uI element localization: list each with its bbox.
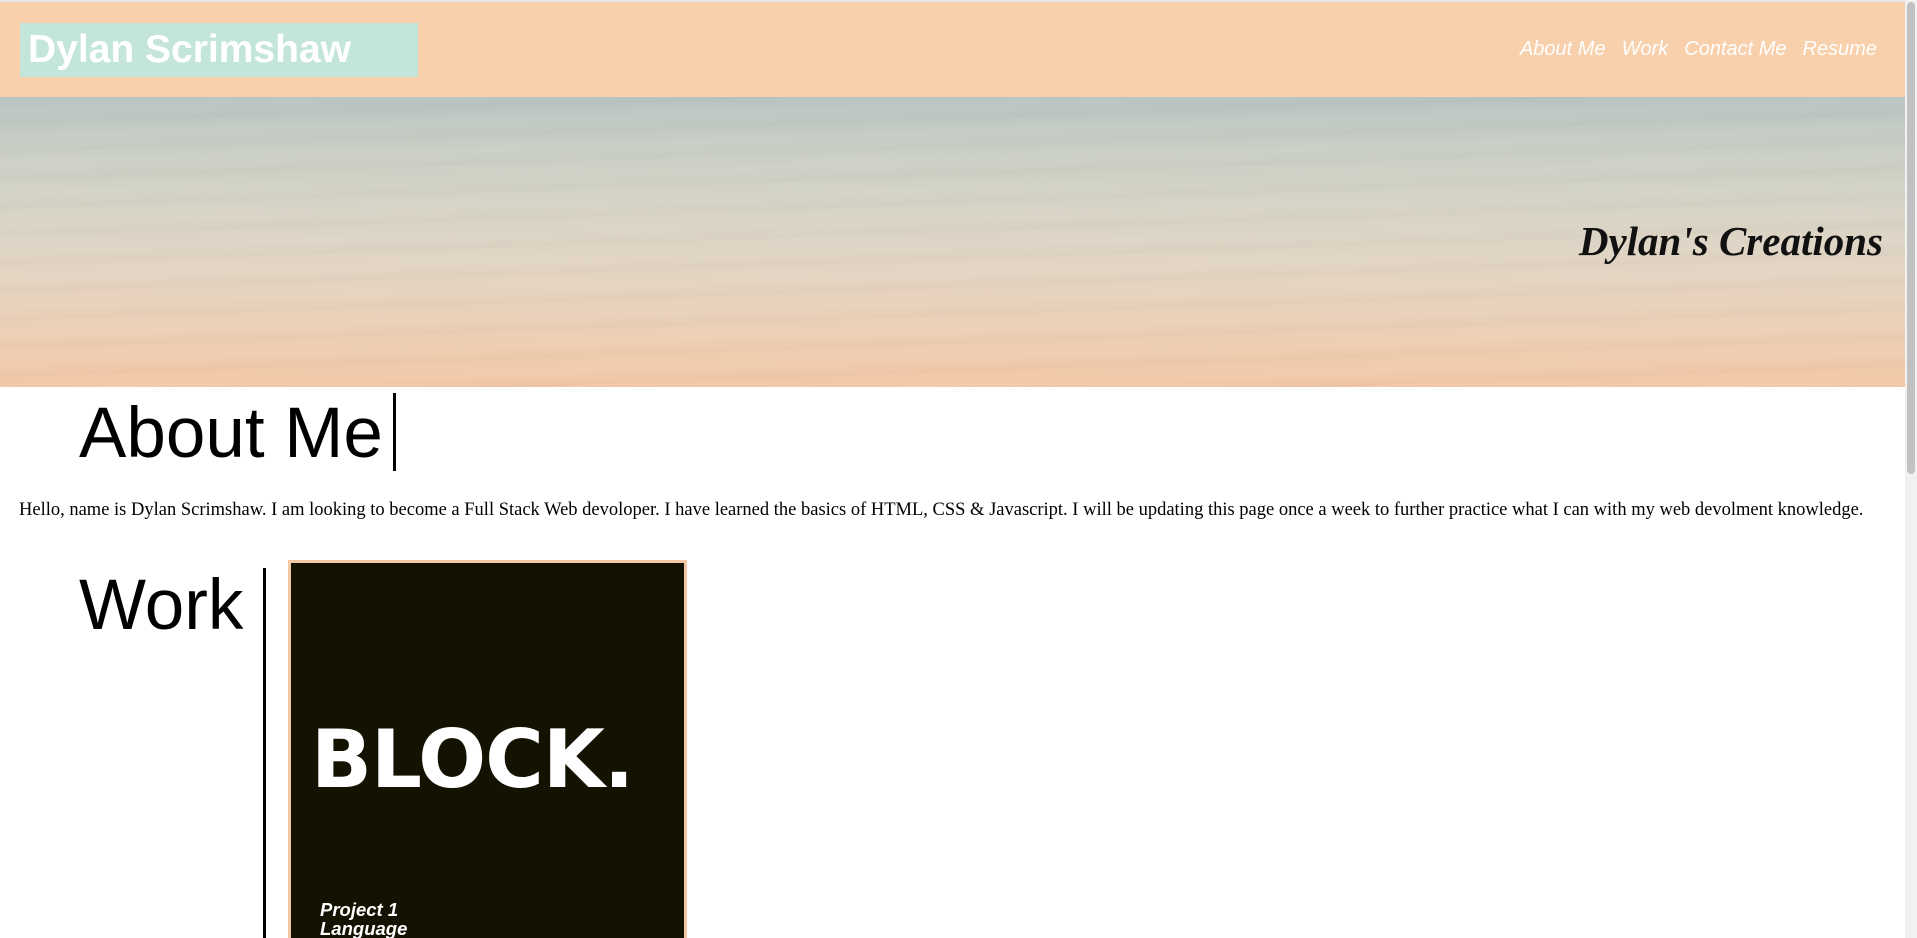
- vertical-scrollbar[interactable]: [1905, 0, 1917, 938]
- nav-work-link[interactable]: Work: [1622, 38, 1669, 61]
- about-me-heading: About Me: [79, 393, 396, 473]
- main-nav: About Me Work Contact Me Resume: [1520, 38, 1877, 61]
- nav-resume-link[interactable]: Resume: [1803, 38, 1877, 61]
- work-divider: [263, 568, 266, 938]
- hero-banner: Dylan's Creations: [0, 97, 1905, 387]
- scrollbar-thumb[interactable]: [1907, 2, 1915, 474]
- hero-title: Dylan's Creations: [1578, 218, 1883, 264]
- nav-contact-me-link[interactable]: Contact Me: [1684, 38, 1786, 61]
- work-heading: Work: [79, 566, 244, 645]
- project-card[interactable]: BLOCK. Project 1 Language: [288, 560, 687, 938]
- site-title[interactable]: Dylan Scrimshaw: [20, 23, 418, 77]
- project-caption: Project 1 Language: [320, 900, 407, 938]
- project-logo: BLOCK.: [311, 713, 634, 806]
- project-title: Project 1: [320, 899, 399, 920]
- project-language: Language: [320, 918, 408, 938]
- about-me-text: Hello, name is Dylan Scrimshaw. I am loo…: [19, 500, 1864, 520]
- nav-about-me-link[interactable]: About Me: [1520, 38, 1606, 61]
- site-header: Dylan Scrimshaw About Me Work Contact Me…: [0, 2, 1905, 97]
